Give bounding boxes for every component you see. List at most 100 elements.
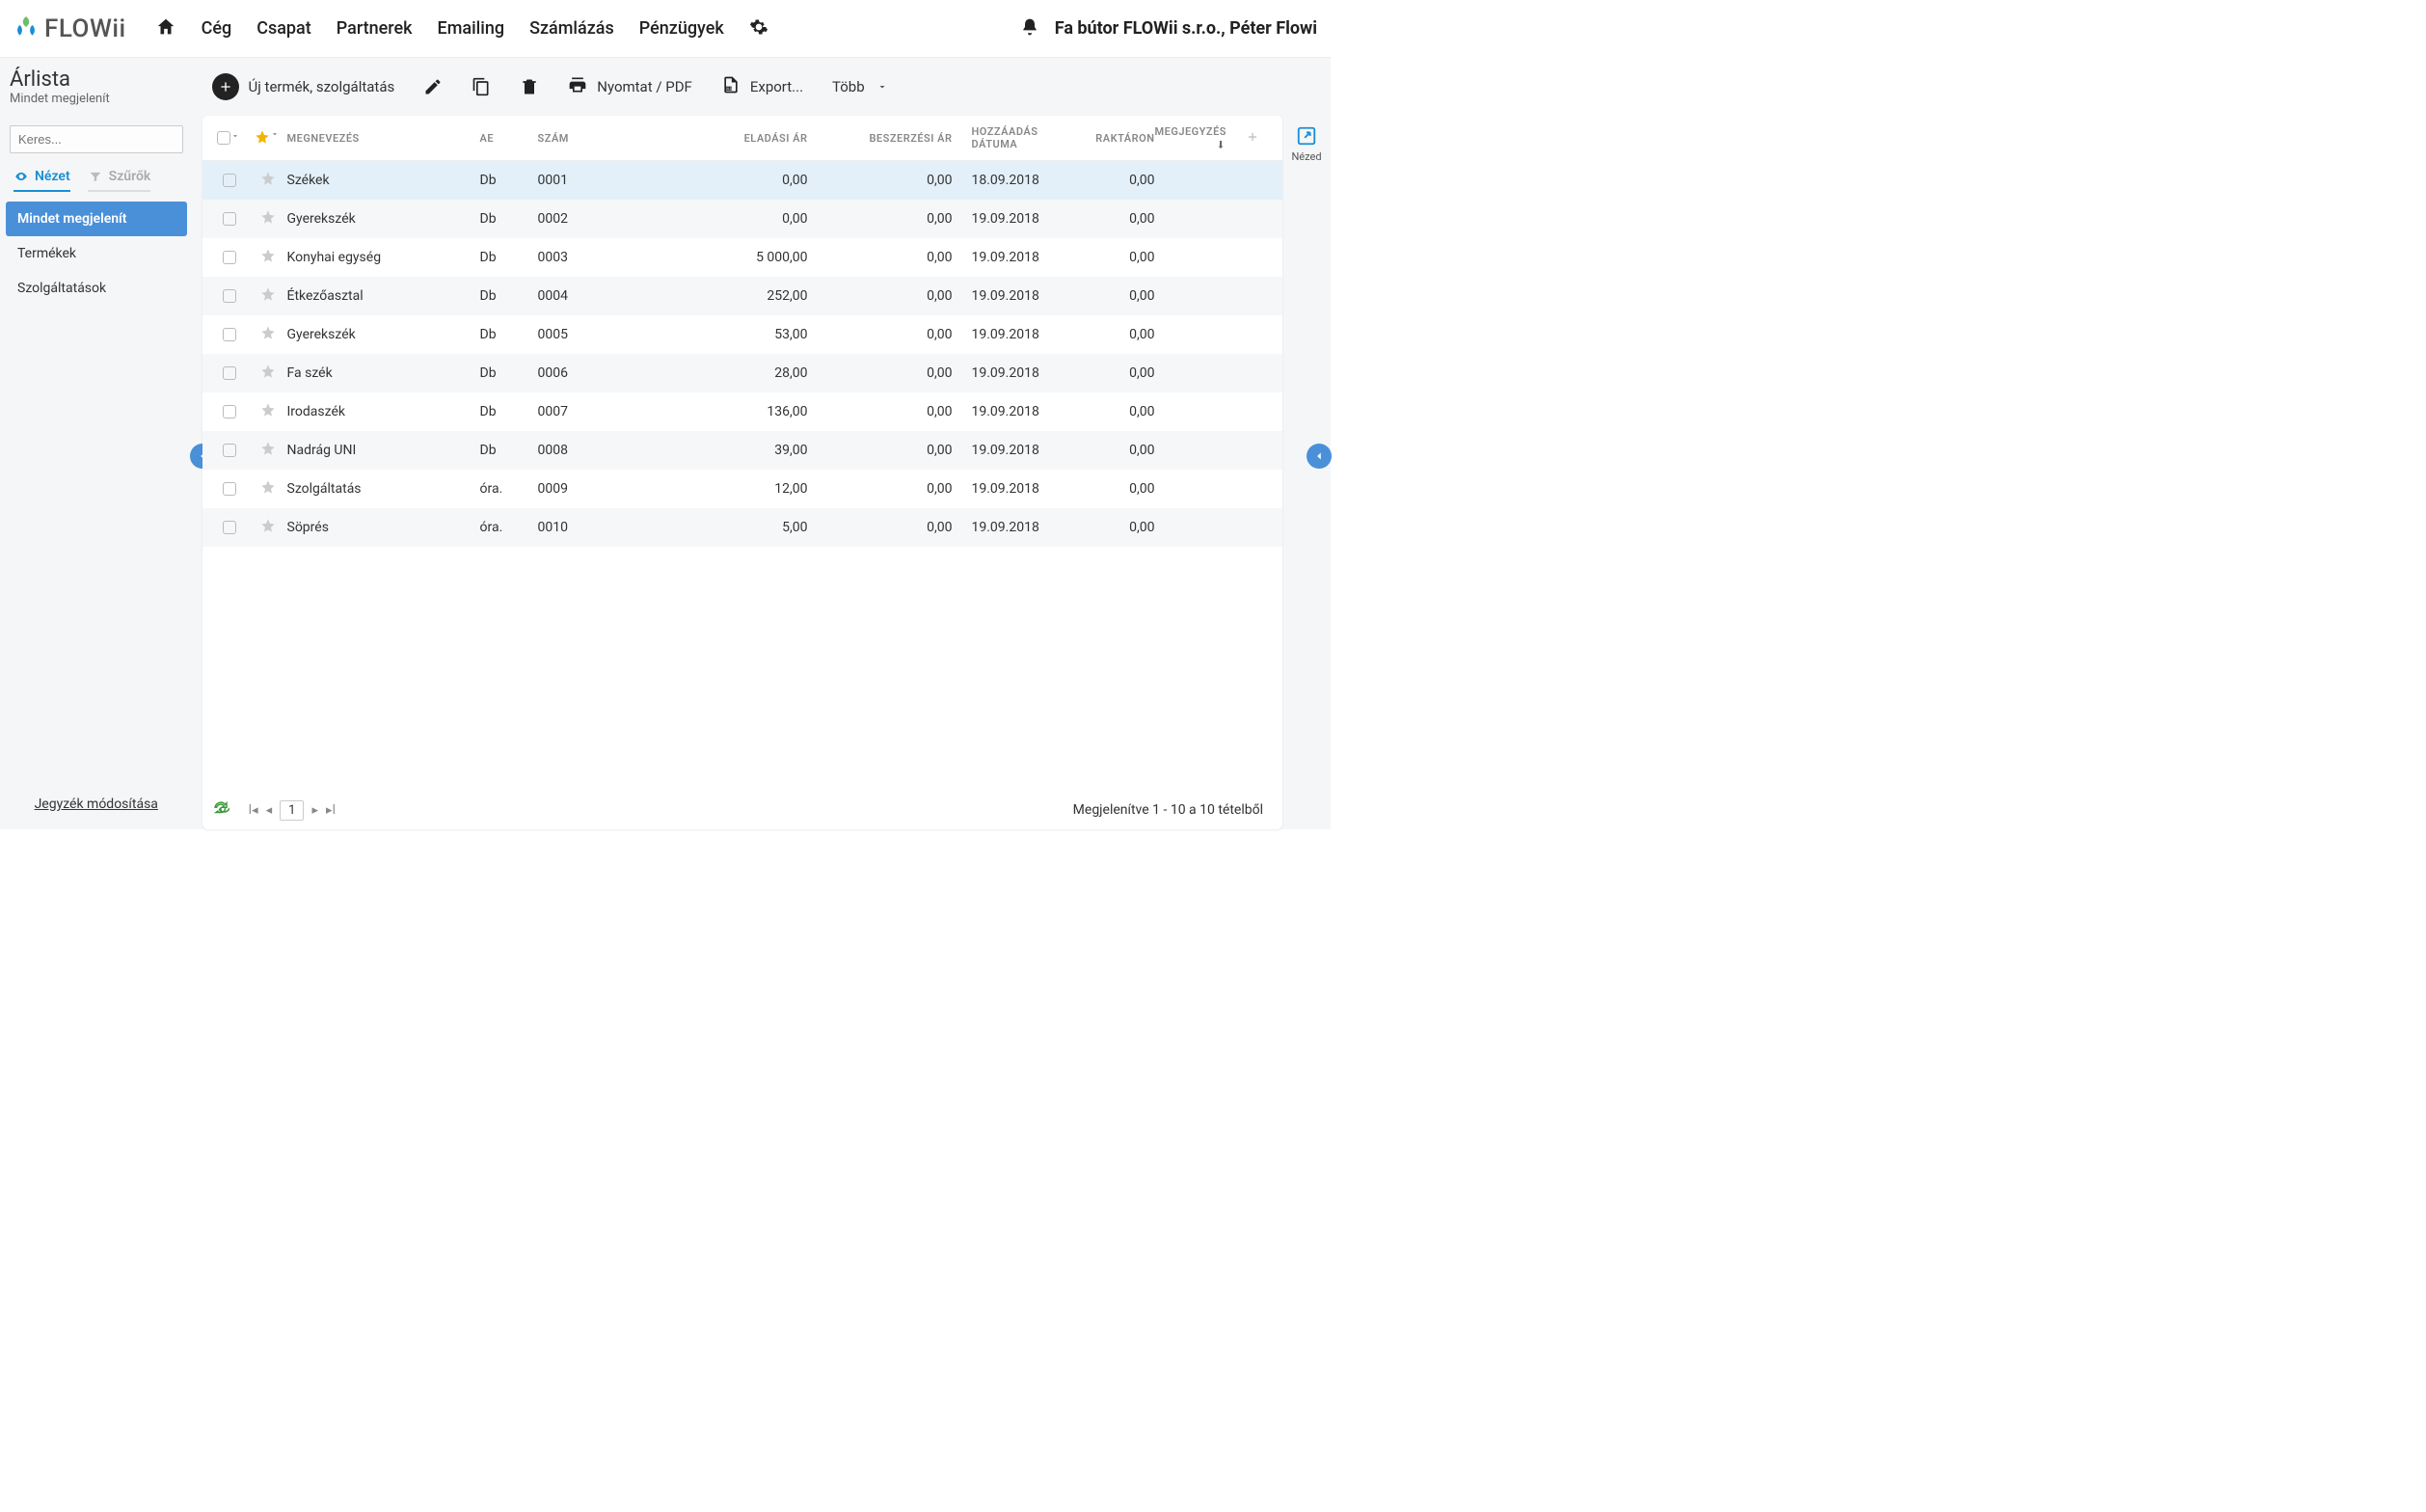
star-icon[interactable] [260,286,276,306]
tab-filter[interactable]: Szűrők [88,169,151,192]
modify-list-link[interactable]: Jegyzék módosítása [35,796,158,812]
nav-item[interactable]: Csapat [256,18,311,39]
pager-next-icon[interactable]: ▸ [311,803,318,818]
cell-ae: Db [480,327,538,342]
col-stock[interactable]: RAKTÁRON [1049,132,1155,145]
export-button[interactable]: XLS Export... [721,75,803,98]
row-checkbox[interactable] [223,521,236,534]
copy-button[interactable] [472,77,491,96]
table-row[interactable]: Söprésóra.00105,000,0019.09.20180,00 [202,508,1283,547]
cell-stock: 0,00 [1049,173,1155,188]
svg-text:XLS: XLS [726,87,732,91]
more-button[interactable]: Több [832,78,888,95]
add-column-icon[interactable] [1246,134,1259,147]
cell-stock: 0,00 [1049,288,1155,304]
col-buy[interactable]: BESZERZÉSI ÁR [808,132,953,145]
table-row[interactable]: SzékekDb00010,000,0018.09.20180,00 [202,161,1283,200]
bell-icon[interactable] [1020,17,1055,40]
table-row[interactable]: GyerekszékDb00020,000,0019.09.20180,00 [202,200,1283,238]
sidebar-item-services[interactable]: Szolgáltatások [0,271,193,306]
logo[interactable]: FLOWii [13,14,126,43]
cell-num: 0006 [538,365,654,381]
cell-name: Konyhai egység [287,250,480,265]
cell-date: 19.09.2018 [953,211,1049,227]
refresh-icon[interactable] [212,799,229,821]
row-checkbox[interactable] [223,482,236,496]
cell-buy: 0,00 [808,173,953,188]
settings-icon[interactable] [749,17,768,40]
col-note[interactable]: MEGJEGYZÉS [1155,125,1247,150]
table-row[interactable]: Szolgáltatásóra.000912,000,0019.09.20180… [202,470,1283,508]
cell-sell: 0,00 [654,211,808,227]
sidebar-item-products[interactable]: Termékek [0,236,193,271]
star-icon[interactable] [260,248,276,267]
cell-date: 19.09.2018 [953,327,1049,342]
nav-item[interactable]: Számlázás [529,18,614,39]
pager-page[interactable]: 1 [280,800,304,821]
star-header-icon[interactable] [255,129,270,148]
logo-icon [13,14,39,43]
new-product-button[interactable]: Új termék, szolgáltatás [212,73,395,100]
select-all-checkbox[interactable] [217,131,230,145]
row-checkbox[interactable] [223,366,236,380]
delete-button[interactable] [520,77,539,96]
col-num[interactable]: SZÁM [538,132,654,145]
tab-view-label: Nézet [35,169,70,184]
table-row[interactable]: Nadrág UNIDb000839,000,0019.09.20180,00 [202,431,1283,470]
pager-first-icon[interactable]: ⅼ◂ [249,803,258,818]
table-row[interactable]: Konyhai egységDb00035 000,000,0019.09.20… [202,238,1283,277]
collapse-right-icon[interactable] [1307,444,1332,469]
print-button[interactable]: Nyomtat / PDF [568,75,692,98]
cell-ae: Db [480,443,538,458]
row-checkbox[interactable] [223,289,236,303]
cell-sell: 0,00 [654,173,808,188]
tab-view[interactable]: Nézet [13,169,70,192]
star-icon[interactable] [260,171,276,190]
row-checkbox[interactable] [223,405,236,418]
table-row[interactable]: GyerekszékDb000553,000,0019.09.20180,00 [202,315,1283,354]
star-icon[interactable] [260,479,276,499]
pager: ⅼ◂ ◂ 1 ▸ ▸ⅼ [249,800,337,821]
star-icon[interactable] [260,209,276,229]
table-row[interactable]: Fa székDb000628,000,0019.09.20180,00 [202,354,1283,392]
star-icon[interactable] [260,441,276,460]
select-all-dropdown[interactable] [230,131,242,145]
col-date[interactable]: HOZZÁADÁS DÁTUMA [953,125,1049,150]
table-header: MEGNEVEZÉS AE SZÁM ELADÁSI ÁR BESZERZÉSI… [202,116,1283,161]
cell-num: 0010 [538,520,654,535]
search-input[interactable] [10,125,183,153]
nav-item[interactable]: Pénzügyek [639,18,724,39]
pager-last-icon[interactable]: ▸ⅼ [326,803,336,818]
star-icon[interactable] [260,325,276,344]
sidebar-item-all[interactable]: Mindet megjelenít [6,202,187,236]
col-sell[interactable]: ELADÁSI ÁR [654,132,808,145]
star-dropdown[interactable] [270,129,282,148]
row-checkbox[interactable] [223,174,236,187]
print-icon [568,75,587,98]
cell-date: 18.09.2018 [953,173,1049,188]
pager-prev-icon[interactable]: ◂ [266,803,273,818]
home-icon[interactable] [155,16,176,41]
row-checkbox[interactable] [223,251,236,264]
account-name[interactable]: Fa bútor FLOWii s.r.o., Péter Flowi [1055,18,1317,39]
cell-name: Fa szék [287,365,480,381]
row-checkbox[interactable] [223,328,236,341]
edit-button[interactable] [423,77,443,96]
row-checkbox[interactable] [223,444,236,457]
nav-item[interactable]: Cég [202,18,232,39]
col-name[interactable]: MEGNEVEZÉS [287,132,480,145]
cell-ae: Db [480,211,538,227]
nav-item[interactable]: Partnerek [337,18,413,39]
data-grid: MEGNEVEZÉS AE SZÁM ELADÁSI ÁR BESZERZÉSI… [202,116,1283,829]
nav-item[interactable]: Emailing [438,18,505,39]
table-row[interactable]: ÉtkezőasztalDb0004252,000,0019.09.20180,… [202,277,1283,315]
cell-ae: Db [480,250,538,265]
col-ae[interactable]: AE [480,132,538,145]
open-panel-button[interactable]: Nézed [1291,125,1321,163]
row-checkbox[interactable] [223,212,236,226]
star-icon[interactable] [260,518,276,537]
sort-arrow-icon [1215,138,1226,150]
star-icon[interactable] [260,402,276,421]
star-icon[interactable] [260,364,276,383]
table-row[interactable]: IrodaszékDb0007136,000,0019.09.20180,00 [202,392,1283,431]
